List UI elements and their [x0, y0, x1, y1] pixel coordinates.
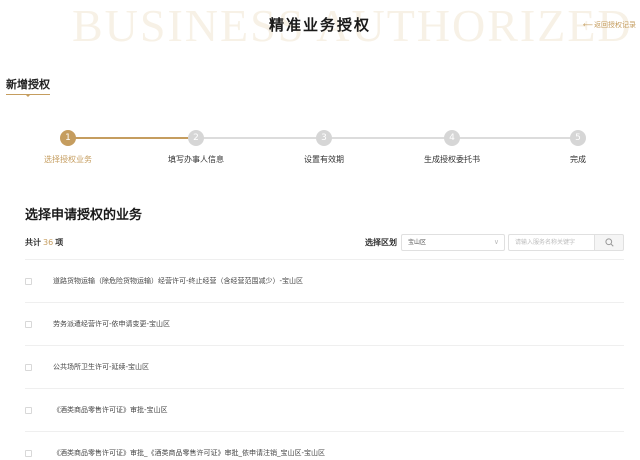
- section-heading: 选择申请授权的业务: [25, 208, 143, 223]
- item-title: 劳务派遣经营许可-依申请变更-宝山区: [53, 320, 171, 328]
- item-title: 《酒类商品零售许可证》审批_《酒类商品零售许可证》审批_依申请注销_宝山区-宝山…: [53, 449, 326, 457]
- step-number: 3: [316, 130, 332, 146]
- back-arrow-icon: ⟵: [582, 21, 593, 29]
- step-fill-agent-info: 2 填写办事人信息: [146, 128, 246, 165]
- district-select[interactable]: 宝山区 ∨: [401, 233, 505, 251]
- list-item[interactable]: 《酒类商品零售许可证》审批-宝山区: [25, 388, 624, 431]
- item-checkbox[interactable]: [25, 320, 32, 328]
- item-checkbox[interactable]: [25, 363, 32, 371]
- step-number: 2: [188, 130, 204, 146]
- chevron-down-icon: ∨: [493, 237, 499, 246]
- step-complete: 5 完成: [528, 128, 628, 165]
- item-title: 公共场所卫生许可-延续-宝山区: [53, 363, 150, 371]
- search-button[interactable]: [594, 233, 624, 251]
- filter-bar: 选择区划 宝山区 ∨: [365, 233, 624, 251]
- step-label: 完成: [570, 155, 586, 164]
- step-number: 1: [60, 130, 76, 146]
- step-generate-letter: 4 生成授权委托书: [402, 128, 502, 165]
- result-count: 共计 36 项: [25, 237, 63, 248]
- item-checkbox[interactable]: [25, 277, 32, 285]
- step-number: 4: [444, 130, 460, 146]
- list-item[interactable]: 劳务派遣经营许可-依申请变更-宝山区: [25, 302, 624, 345]
- district-filter-label: 选择区划: [365, 237, 397, 247]
- step-set-validity: 3 设置有效期: [274, 128, 374, 165]
- back-link-label: 返回授权记录: [594, 21, 636, 29]
- search-icon: [604, 237, 614, 247]
- step-label: 填写办事人信息: [168, 155, 224, 164]
- list-item[interactable]: 公共场所卫生许可-延续-宝山区: [25, 345, 624, 388]
- service-search-input[interactable]: [508, 233, 594, 251]
- list-item[interactable]: 道路货物运输（除危险货物运输）经营许可-终止经营（含经营范围减少）-宝山区: [25, 259, 624, 302]
- step-label: 设置有效期: [304, 155, 344, 164]
- item-checkbox[interactable]: [25, 449, 32, 457]
- list-item[interactable]: 《酒类商品零售许可证》审批_《酒类商品零售许可证》审批_依申请注销_宝山区-宝山…: [25, 431, 624, 460]
- page-title: 精准业务授权: [268, 16, 371, 34]
- progress-steps: 1 选择授权业务 2 填写办事人信息 3 设置有效期 4 生成授权委托书 5 完…: [0, 128, 640, 172]
- district-select-value: 宝山区: [408, 238, 427, 246]
- back-to-records-link[interactable]: ⟵返回授权记录: [583, 20, 636, 30]
- tab-new-authorization[interactable]: 新增授权: [6, 76, 50, 92]
- item-checkbox[interactable]: [25, 406, 32, 414]
- step-number: 5: [570, 130, 586, 146]
- item-title: 道路货物运输（除危险货物运输）经营许可-终止经营（含经营范围减少）-宝山区: [53, 277, 304, 285]
- count-value: 36: [43, 238, 54, 247]
- business-list: 道路货物运输（除危险货物运输）经营许可-终止经营（含经营范围减少）-宝山区 劳务…: [25, 259, 624, 460]
- item-title: 《酒类商品零售许可证》审批-宝山区: [53, 406, 168, 414]
- step-label: 生成授权委托书: [424, 155, 480, 164]
- page-header: BUSINESS AUTHORIZED 精准业务授权 ⟵返回授权记录: [0, 0, 640, 52]
- count-suffix: 项: [55, 238, 64, 247]
- count-prefix: 共计: [25, 238, 41, 247]
- step-select-business: 1 选择授权业务: [18, 128, 118, 165]
- tab-caret-icon: [25, 94, 31, 97]
- step-label: 选择授权业务: [44, 155, 92, 164]
